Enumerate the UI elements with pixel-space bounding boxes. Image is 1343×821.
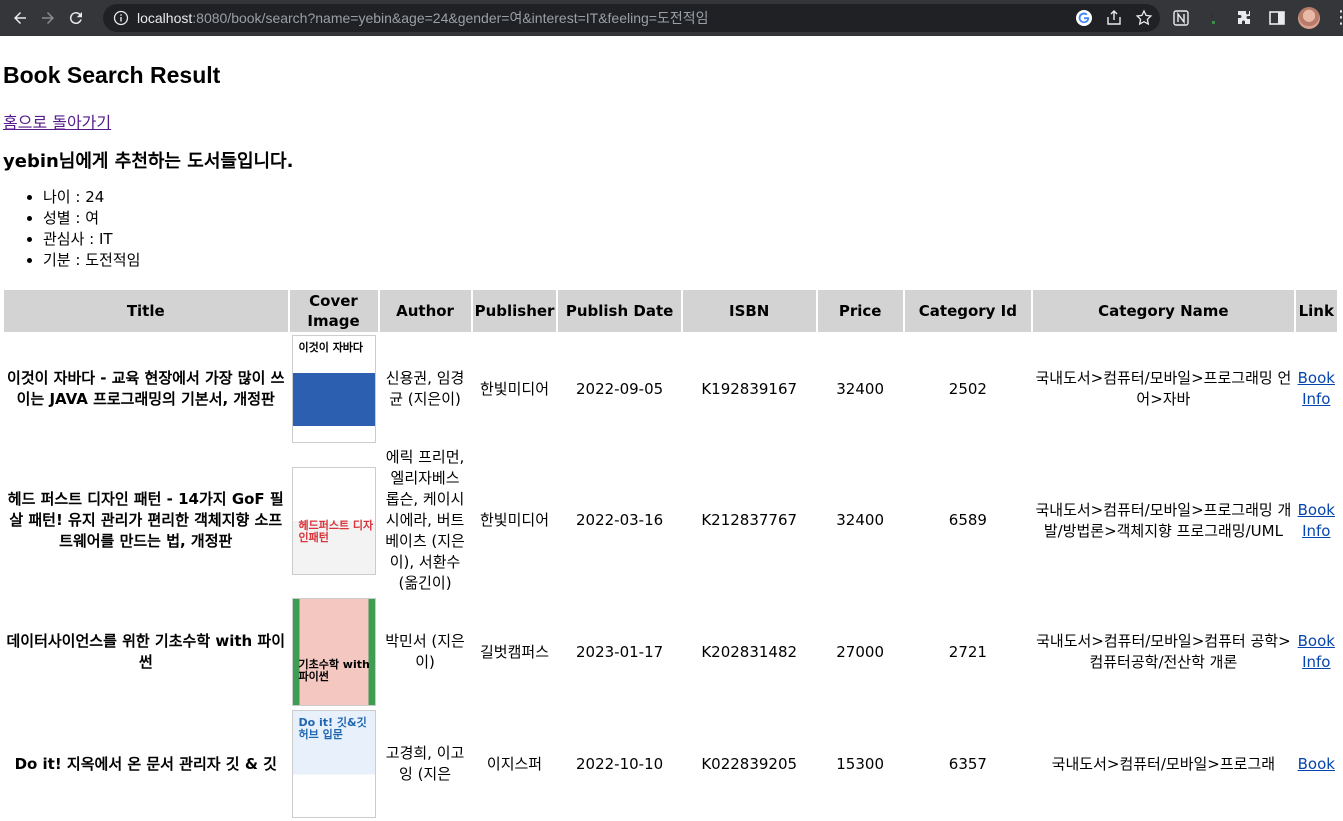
header-price: Price xyxy=(817,290,903,332)
book-category-name: 국내도서>컴퓨터/모바일>프로그래 xyxy=(1051,754,1276,773)
book-category-id: 2502 xyxy=(948,379,987,398)
book-publisher: 이지스퍼 xyxy=(486,754,543,773)
book-category-id: 2721 xyxy=(948,642,987,661)
header-isbn: ISBN xyxy=(682,290,816,332)
book-category-name: 국내도서>컴퓨터/모바일>프로그래밍 개발/방법론>객체지향 프로그래밍/UML xyxy=(1035,500,1292,540)
book-price: 32400 xyxy=(836,511,884,529)
header-cover-image: Cover Image xyxy=(289,290,378,332)
book-title: 데이터사이언스를 위한 기초수학 with 파이썬 xyxy=(6,632,286,671)
book-publisher: 한빛미디어 xyxy=(480,379,550,398)
book-info-link[interactable]: Book xyxy=(1298,755,1335,773)
bookmark-star-icon[interactable] xyxy=(1134,8,1154,28)
book-price: 15300 xyxy=(836,754,884,773)
header-title: Title xyxy=(4,290,288,332)
book-price: 32400 xyxy=(836,379,884,398)
book-isbn: K192839167 xyxy=(701,379,798,398)
page-content: Book Search Result 홈으로 돌아가기 yebin님에게 추천하… xyxy=(0,61,1343,821)
book-cover-image: Do it! 깃&깃허브 입문 xyxy=(291,710,376,818)
forward-icon[interactable] xyxy=(34,4,62,32)
header-publish-date: Publish Date xyxy=(558,290,681,332)
link-cell: Book xyxy=(1296,709,1337,819)
cover-title: Do it! 깃&깃허브 입문 xyxy=(298,716,367,741)
reload-icon[interactable] xyxy=(62,4,90,32)
cover-title: 기초수학 with 파이썬 xyxy=(298,658,370,683)
info-feeling: 기분 : 도전적임 xyxy=(43,250,1339,271)
page-title: Book Search Result xyxy=(3,62,221,88)
book-cover-image: 이것이 자바다 xyxy=(291,335,376,443)
book-title: Do it! 지옥에서 온 문서 관리자 깃 & 깃 xyxy=(14,754,277,773)
book-info-link[interactable]: Book Info xyxy=(1298,501,1335,540)
book-isbn: K202831482 xyxy=(701,642,798,661)
table-header-row: Title Cover Image Author Publisher Publi… xyxy=(4,290,1337,332)
header-category-id: Category Id xyxy=(904,290,1032,332)
book-publish-date: 2022-03-16 xyxy=(575,511,664,529)
side-panel-icon[interactable] xyxy=(1266,7,1288,29)
cover-cell: Do it! 깃&깃허브 입문 xyxy=(290,709,378,819)
book-author: 고경희, 이고잉 (지은 xyxy=(385,744,465,783)
book-category-id: 6589 xyxy=(948,511,987,529)
address-bar[interactable]: localhost:8080/book/search?name=yebin&ag… xyxy=(103,4,1160,32)
cover-cell: 기초수학 with 파이썬 xyxy=(290,597,378,707)
book-category-id: 6357 xyxy=(948,754,987,773)
book-publish-date: 2022-09-05 xyxy=(575,379,664,398)
book-author: 박민서 (지은이) xyxy=(385,632,465,671)
book-publish-date: 2023-01-17 xyxy=(575,642,664,661)
share-icon[interactable] xyxy=(1104,8,1124,28)
book-category-name: 국내도서>컴퓨터/모바일>프로그래밍 언어>자바 xyxy=(1035,369,1292,408)
header-author: Author xyxy=(379,290,471,332)
user-info-list: 나이 : 24 성별 : 여 관심사 : IT 기분 : 도전적임 xyxy=(3,187,1339,271)
info-interest: 관심사 : IT xyxy=(43,229,1339,250)
book-cover-image: 헤드퍼스트 디자인패턴 xyxy=(291,466,376,575)
info-age: 나이 : 24 xyxy=(43,187,1339,208)
book-cover-image: 기초수학 with 파이썬 xyxy=(291,598,376,706)
back-icon[interactable] xyxy=(6,4,34,32)
cover-title: 이것이 자바다 xyxy=(298,341,364,354)
cover-cell: 이것이 자바다 xyxy=(290,334,378,444)
book-publish-date: 2022-10-10 xyxy=(575,754,664,773)
book-title: 이것이 자바다 - 교육 현장에서 가장 많이 쓰이는 JAVA 프로그래밍의 … xyxy=(7,369,285,408)
notion-extension-icon[interactable] xyxy=(1170,7,1192,29)
book-info-link[interactable]: Book Info xyxy=(1298,632,1335,671)
cover-title: 헤드퍼스트 디자인패턴 xyxy=(298,518,374,544)
header-category-name: Category Name xyxy=(1033,290,1294,332)
book-price: 27000 xyxy=(836,642,884,661)
url-path: :8080/book/search?name=yebin&age=24&gend… xyxy=(192,10,709,26)
recommend-heading: yebin님에게 추천하는 도서들입니다. xyxy=(3,151,294,172)
profile-avatar[interactable] xyxy=(1298,7,1320,29)
book-publisher: 길벗캠퍼스 xyxy=(480,642,550,661)
table-row: 이것이 자바다 - 교육 현장에서 가장 많이 쓰이는 JAVA 프로그래밍의 … xyxy=(4,334,1337,444)
url-host: localhost xyxy=(137,10,193,26)
table-row: Do it! 지옥에서 온 문서 관리자 깃 & 깃 Do it! 깃&깃허브 … xyxy=(4,709,1337,819)
table-row: 헤드 퍼스트 디자인 패턴 - 14가지 GoF 필살 패턴! 유지 관리가 편… xyxy=(4,446,1337,595)
table-row: 데이터사이언스를 위한 기초수학 with 파이썬 기초수학 with 파이썬 … xyxy=(4,597,1337,707)
book-title: 헤드 퍼스트 디자인 패턴 - 14가지 GoF 필살 패턴! 유지 관리가 편… xyxy=(7,490,284,550)
link-cell: Book Info xyxy=(1296,597,1337,707)
book-isbn: K212837767 xyxy=(701,511,798,529)
book-author: 에릭 프리먼, 엘리자베스 롭슨, 케이시 시에라, 버트 베이츠 (지은이),… xyxy=(385,448,465,592)
extension-icon-2[interactable] xyxy=(1202,7,1224,29)
site-info-icon[interactable] xyxy=(113,10,129,26)
book-author: 신용권, 임경균 (지은이) xyxy=(385,369,465,408)
home-link[interactable]: 홈으로 돌아가기 xyxy=(3,109,111,133)
header-link: Link xyxy=(1295,290,1337,332)
chrome-menu-icon[interactable]: ⋮ xyxy=(1330,7,1343,29)
browser-toolbar: localhost:8080/book/search?name=yebin&ag… xyxy=(0,0,1343,36)
book-publisher: 한빛미디어 xyxy=(480,511,550,529)
book-isbn: K022839205 xyxy=(701,754,798,773)
book-table: Title Cover Image Author Publisher Publi… xyxy=(2,288,1339,821)
link-cell: Book Info xyxy=(1296,446,1337,595)
extensions-puzzle-icon[interactable] xyxy=(1234,7,1256,29)
google-icon[interactable] xyxy=(1074,8,1094,28)
book-category-name: 국내도서>컴퓨터/모바일>컴퓨터 공학>컴퓨터공학/전산학 개론 xyxy=(1036,632,1291,671)
book-info-link[interactable]: Book Info xyxy=(1298,369,1335,408)
info-gender: 성별 : 여 xyxy=(43,208,1339,229)
header-publisher: Publisher xyxy=(472,290,557,332)
cover-cell: 헤드퍼스트 디자인패턴 xyxy=(290,446,378,595)
url-text[interactable]: localhost:8080/book/search?name=yebin&ag… xyxy=(137,8,709,28)
link-cell: Book Info xyxy=(1296,334,1337,444)
